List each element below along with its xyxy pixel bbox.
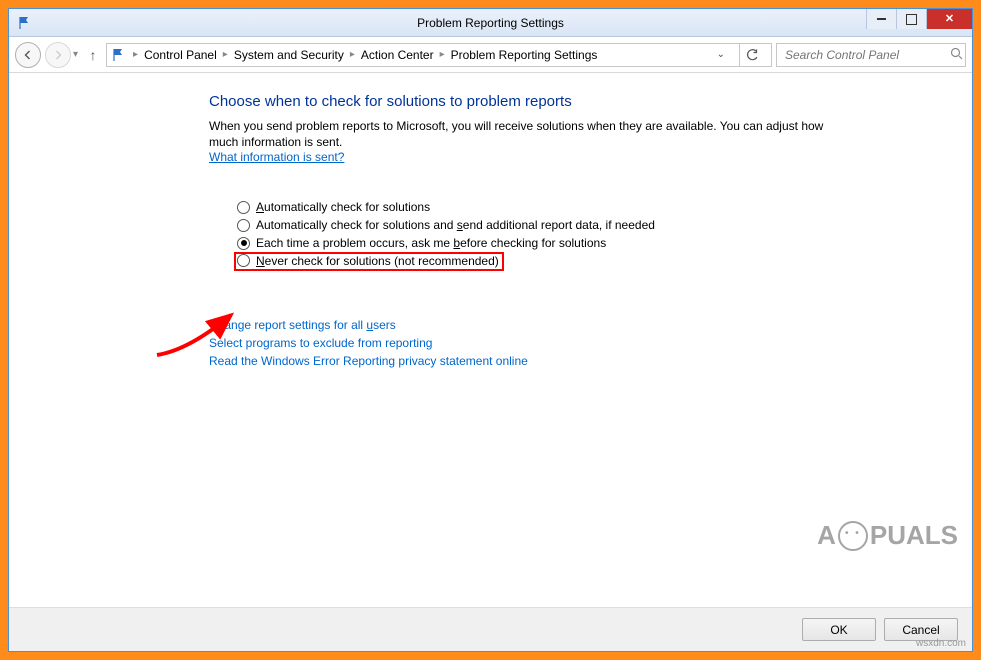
breadcrumb-item[interactable]: System and Security [234, 48, 344, 62]
radio-icon [237, 201, 250, 214]
watermark-logo: A PUALS [817, 520, 958, 551]
up-button[interactable]: ↑ [84, 47, 102, 63]
chevron-right-icon: ▸ [436, 49, 449, 60]
window-title: Problem Reporting Settings [9, 16, 972, 30]
chevron-right-icon: ▸ [346, 49, 359, 60]
breadcrumb-item[interactable]: Action Center [361, 48, 434, 62]
search-input[interactable] [783, 47, 944, 63]
footer-bar: OK Cancel [9, 607, 972, 651]
refresh-button[interactable] [739, 43, 763, 67]
radio-icon [237, 254, 250, 267]
page-description: When you send problem reports to Microso… [209, 118, 829, 150]
radio-group: Automatically check for solutions Automa… [237, 198, 932, 270]
radio-option-ask[interactable]: Each time a problem occurs, ask me befor… [237, 234, 932, 252]
link-privacy-statement[interactable]: Read the Windows Error Reporting privacy… [209, 352, 932, 370]
radio-option-never[interactable]: Never check for solutions (not recommend… [237, 252, 932, 270]
maximize-button[interactable] [896, 9, 926, 29]
info-link[interactable]: What information is sent? [209, 150, 344, 164]
page-heading: Choose when to check for solutions to pr… [209, 93, 932, 110]
search-icon[interactable] [950, 47, 963, 63]
title-bar: Problem Reporting Settings [9, 9, 972, 37]
forward-button[interactable] [45, 42, 71, 68]
source-credit: wsxdn.com [916, 638, 966, 649]
back-button[interactable] [15, 42, 41, 68]
highlight-box: Never check for solutions (not recommend… [234, 252, 504, 271]
nav-bar: ▾ ↑ ▸ Control Panel ▸ System and Securit… [9, 37, 972, 73]
watermark-face-icon [838, 521, 868, 551]
search-box[interactable] [776, 43, 966, 67]
radio-option-auto[interactable]: Automatically check for solutions [237, 198, 932, 216]
history-dropdown-icon[interactable]: ▾ [73, 49, 78, 60]
breadcrumb-item[interactable]: Problem Reporting Settings [451, 48, 598, 62]
radio-option-auto-send[interactable]: Automatically check for solutions and se… [237, 216, 932, 234]
chevron-right-icon: ▸ [129, 49, 142, 60]
link-exclude-programs[interactable]: Select programs to exclude from reportin… [209, 334, 932, 352]
links-block: Change report settings for all users Sel… [209, 316, 932, 370]
content-area: Choose when to check for solutions to pr… [9, 73, 972, 607]
link-change-settings[interactable]: Change report settings for all users [209, 316, 932, 334]
breadcrumb-item[interactable]: Control Panel [144, 48, 217, 62]
ok-button[interactable]: OK [802, 618, 876, 641]
close-button[interactable] [926, 9, 972, 29]
breadcrumb-dropdown-icon[interactable]: ⌄ [717, 49, 725, 60]
flag-icon [111, 47, 127, 63]
radio-icon [237, 237, 250, 250]
breadcrumb-bar[interactable]: ▸ Control Panel ▸ System and Security ▸ … [106, 43, 772, 67]
radio-icon [237, 219, 250, 232]
minimize-button[interactable] [866, 9, 896, 29]
chevron-right-icon: ▸ [219, 49, 232, 60]
window-frame: Problem Reporting Settings ▾ ↑ ▸ Control… [8, 8, 973, 652]
